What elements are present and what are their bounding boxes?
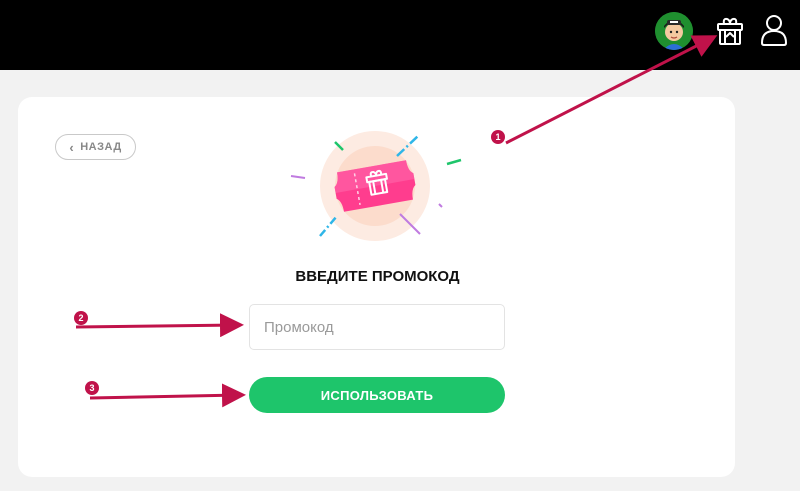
annotation-marker-3: 3 <box>85 381 99 395</box>
gift-icon[interactable] <box>710 10 750 50</box>
annotation-marker-1: 1 <box>491 130 505 144</box>
use-button[interactable]: ИСПОЛЬЗОВАТЬ <box>249 377 505 413</box>
top-bar <box>0 0 800 70</box>
page-title: ВВЕДИТЕ ПРОМОКОД <box>295 268 460 285</box>
user-avatar-icon[interactable] <box>655 12 693 50</box>
promo-code-input[interactable] <box>249 304 505 350</box>
annotation-marker-2: 2 <box>74 311 88 325</box>
gift-ticket-icon <box>285 130 465 242</box>
back-button-label: НАЗАД <box>80 141 122 153</box>
user-profile-icon[interactable] <box>757 10 791 50</box>
back-button[interactable]: ‹ НАЗАД <box>55 134 136 160</box>
chevron-left-icon: ‹ <box>69 139 75 155</box>
